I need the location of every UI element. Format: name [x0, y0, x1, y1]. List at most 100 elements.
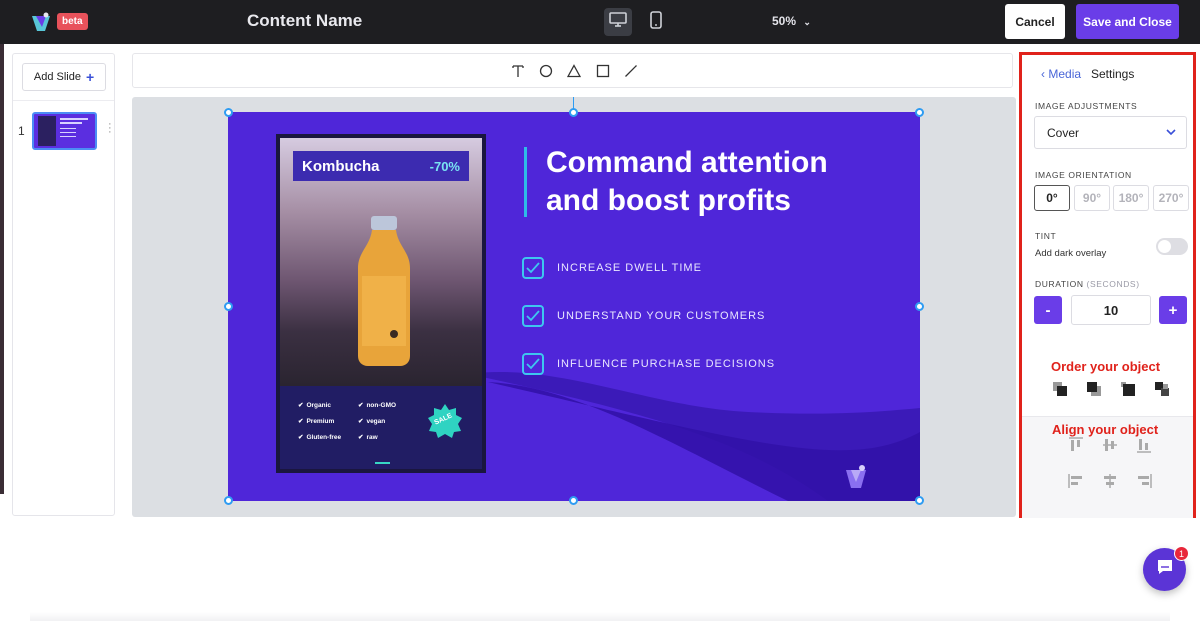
app-logo-icon[interactable]	[30, 11, 52, 33]
mobile-view-button[interactable]	[642, 8, 670, 36]
bottom-edge	[30, 612, 1170, 621]
duration-input[interactable]: 10	[1071, 295, 1151, 325]
align-middle-icon[interactable]	[1102, 437, 1118, 453]
cancel-button[interactable]: Cancel	[1005, 4, 1065, 39]
bring-forward-icon[interactable]	[1086, 381, 1102, 397]
resize-handle-top[interactable]	[569, 108, 578, 117]
orientation-270-button[interactable]: 270°	[1153, 185, 1189, 211]
chat-notification-badge: 1	[1174, 546, 1189, 561]
order-object-annotation: Order your object	[1051, 359, 1161, 374]
align-section: Align your object	[1022, 416, 1193, 518]
divider	[13, 100, 114, 101]
chevron-down-icon: ⌄	[803, 17, 811, 27]
checklist-item[interactable]: UNDERSTAND YOUR CUSTOMERS	[522, 305, 765, 327]
feature-item: ✔ Gluten-free	[298, 433, 342, 442]
align-center-icon[interactable]	[1102, 473, 1118, 489]
headline-accent-line	[524, 147, 527, 217]
feature-item: ✔ raw	[358, 433, 378, 442]
thumbnail-line	[60, 118, 88, 120]
back-to-media-link[interactable]: ‹ Media	[1041, 67, 1081, 81]
thumbnail-line	[60, 122, 82, 124]
zoom-value: 50%	[772, 14, 797, 28]
discount-label: -70%	[429, 158, 460, 174]
orientation-0-button[interactable]: 0°	[1034, 185, 1070, 211]
product-name: Kombucha	[302, 157, 380, 175]
add-slide-label: Add Slide	[33, 71, 81, 83]
check-icon: ✔	[298, 402, 304, 409]
slide-thumbnail[interactable]	[32, 112, 97, 150]
toggle-knob	[1158, 240, 1171, 253]
feature-item: ✔ Premium	[298, 417, 335, 426]
thumbnail-line	[60, 132, 76, 133]
checkbox-icon	[522, 305, 544, 327]
zoom-dropdown[interactable]: 50% ⌄	[772, 14, 811, 28]
brand-logo-icon	[844, 464, 868, 495]
check-icon: ✔	[298, 434, 304, 441]
duration-decrement-button[interactable]: -	[1034, 296, 1062, 324]
slide-headline[interactable]: Command attention and boost profits	[546, 144, 876, 220]
resize-handle-bottom[interactable]	[569, 496, 578, 505]
send-to-back-icon[interactable]	[1154, 381, 1170, 397]
tint-label: TINT	[1035, 231, 1057, 241]
resize-handle-top-left[interactable]	[224, 108, 233, 117]
resize-handle-right[interactable]	[915, 302, 924, 311]
duration-label: DURATION (SECONDS)	[1035, 279, 1140, 289]
slide-number: 1	[18, 124, 25, 138]
chevron-left-icon: ‹	[1041, 67, 1045, 81]
thumbnail-line	[60, 128, 76, 129]
resize-handle-left[interactable]	[224, 302, 233, 311]
beta-badge: beta	[57, 13, 88, 30]
resize-handle-bottom-right[interactable]	[915, 496, 924, 505]
orientation-90-button[interactable]: 90°	[1074, 185, 1110, 211]
check-icon: ✔	[298, 418, 304, 425]
feature-item: ✔ vegan	[358, 417, 386, 426]
align-top-icon[interactable]	[1068, 437, 1084, 453]
checklist-item[interactable]: INFLUENCE PURCHASE DECISIONS	[522, 353, 775, 375]
image-adjustment-select[interactable]: Cover	[1034, 116, 1187, 149]
desktop-monitor-icon	[609, 11, 627, 33]
tint-description: Add dark overlay	[1035, 248, 1107, 259]
add-slide-button[interactable]: Add Slide +	[22, 63, 106, 91]
content-name-title[interactable]: Content Name	[247, 11, 362, 31]
card-features-panel: ✔ Organic ✔ non-GMO ✔ Premium ✔ vegan ✔ Glute…	[280, 386, 482, 469]
align-bottom-icon[interactable]	[1136, 437, 1152, 453]
dark-overlay-toggle[interactable]	[1156, 238, 1188, 255]
triangle-tool-icon[interactable]	[565, 62, 583, 80]
top-bar: beta Content Name 50% ⌄ Cancel Save and …	[0, 0, 1200, 44]
checklist-item[interactable]: INCREASE DWELL TIME	[522, 257, 702, 279]
align-left-icon[interactable]	[1068, 473, 1084, 489]
thumbnail-card	[38, 116, 56, 146]
orientation-180-button[interactable]: 180°	[1113, 185, 1149, 211]
slides-panel: Add Slide + 1 · · ·	[12, 53, 115, 516]
sale-badge: SALE	[428, 404, 462, 438]
text-tool-icon[interactable]	[509, 62, 527, 80]
line-tool-icon[interactable]	[622, 62, 640, 80]
plus-icon: +	[85, 69, 95, 85]
product-card[interactable]: Kombucha -70% ✔ Organic ✔ non-GMO ✔ Premium…	[276, 134, 486, 473]
slide-content[interactable]: Kombucha -70% ✔ Organic ✔ non-GMO ✔ Premium…	[228, 112, 920, 501]
image-orientation-label: IMAGE ORIENTATION	[1035, 170, 1132, 180]
resize-handle-bottom-left[interactable]	[224, 496, 233, 505]
shape-tools-bar	[132, 53, 1013, 88]
thumbnail-line	[60, 136, 76, 137]
align-right-icon[interactable]	[1136, 473, 1152, 489]
left-edge-strip	[0, 44, 4, 494]
bring-to-front-icon[interactable]	[1052, 381, 1068, 397]
desktop-view-button[interactable]	[604, 8, 632, 36]
send-backward-icon[interactable]	[1120, 381, 1136, 397]
circle-tool-icon[interactable]	[537, 62, 555, 80]
feature-item: ✔ non-GMO	[358, 401, 397, 410]
save-and-close-button[interactable]: Save and Close	[1076, 4, 1179, 39]
mobile-phone-icon	[650, 10, 662, 34]
check-icon: ✔	[358, 418, 364, 425]
resize-handle-top-right[interactable]	[915, 108, 924, 117]
align-object-annotation: Align your object	[1052, 422, 1159, 437]
square-tool-icon[interactable]	[594, 62, 612, 80]
tab-settings[interactable]: Settings	[1091, 67, 1134, 81]
slide-options-icon[interactable]: · · ·	[108, 119, 112, 138]
chevron-down-icon	[1165, 126, 1177, 141]
checkbox-icon	[522, 257, 544, 279]
check-icon: ✔	[358, 434, 364, 441]
image-adjustments-label: IMAGE ADJUSTMENTS	[1035, 101, 1138, 111]
duration-increment-button[interactable]: +	[1159, 296, 1187, 324]
